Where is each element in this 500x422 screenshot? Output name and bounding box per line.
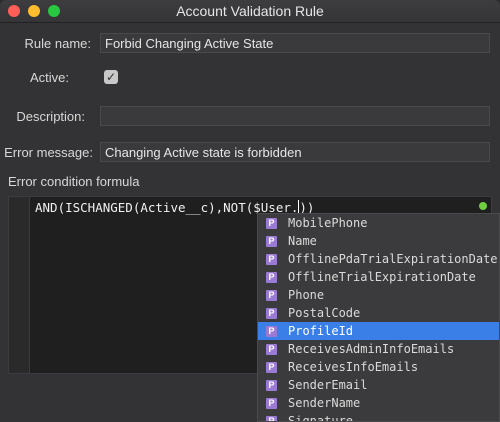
autocomplete-item-label: SenderName	[288, 396, 361, 410]
autocomplete-item[interactable]: P OfflinePdaTrialExpirationDate	[258, 250, 499, 268]
autocomplete-item[interactable]: P ReceivesInfoEmails	[258, 358, 499, 376]
autocomplete-popup[interactable]: P MobilePhone P Name P OfflinePdaTrialExpirat…	[257, 213, 500, 422]
autocomplete-item[interactable]: P Phone	[258, 286, 499, 304]
autocomplete-item-label: Signature	[288, 414, 354, 422]
title-bar[interactable]: Account Validation Rule	[0, 0, 500, 23]
property-icon: P	[266, 380, 277, 391]
formula-label: Error condition formula	[8, 174, 140, 189]
autocomplete-item-label: OfflineTrialExpirationDate	[288, 270, 476, 284]
property-icon: P	[266, 272, 277, 283]
active-label: Active:	[29, 70, 69, 85]
autocomplete-item-label: ReceivesInfoEmails	[288, 360, 419, 374]
rule-name-input[interactable]: Forbid Changing Active State	[100, 33, 490, 53]
rule-name-label: Rule name:	[24, 36, 91, 51]
autocomplete-item-label: SenderEmail	[288, 378, 368, 392]
property-icon: P	[266, 344, 277, 355]
property-icon: P	[266, 236, 277, 247]
error-message-label: Error message:	[4, 145, 93, 160]
property-icon: P	[266, 362, 277, 373]
description-input[interactable]	[100, 106, 490, 126]
property-icon: P	[266, 308, 277, 319]
property-icon: P	[266, 218, 277, 229]
property-icon: P	[266, 290, 277, 301]
autocomplete-item-label: Name	[288, 234, 317, 248]
autocomplete-item-label: ProfileId	[288, 324, 354, 338]
autocomplete-item[interactable]: P MobilePhone	[258, 214, 499, 232]
autocomplete-item[interactable]: P PostalCode	[258, 304, 499, 322]
autocomplete-item[interactable]: P Signature	[258, 412, 499, 422]
autocomplete-item[interactable]: P SenderName	[258, 394, 499, 412]
window-title: Account Validation Rule	[176, 3, 324, 19]
property-icon: P	[266, 398, 277, 409]
autocomplete-item[interactable]: P SenderEmail	[258, 376, 499, 394]
autocomplete-item-label: Phone	[288, 288, 325, 302]
autocomplete-item-label: ReceivesAdminInfoEmails	[288, 342, 455, 356]
autocomplete-item[interactable]: P ReceivesAdminInfoEmails	[258, 340, 499, 358]
syntax-status-indicator	[479, 202, 487, 210]
property-icon: P	[266, 416, 277, 421]
description-label: Description:	[16, 109, 85, 124]
autocomplete-item[interactable]: P ProfileId	[258, 322, 499, 340]
property-icon: P	[266, 326, 277, 337]
property-icon: P	[266, 254, 277, 265]
autocomplete-item-label: OfflinePdaTrialExpirationDate	[288, 252, 498, 266]
line-number-gutter	[9, 197, 30, 373]
autocomplete-item[interactable]: P Name	[258, 232, 499, 250]
validation-rule-window: Account Validation Rule Rule name: Forbi…	[0, 0, 500, 422]
autocomplete-item-label: PostalCode	[288, 306, 361, 320]
autocomplete-item-label: MobilePhone	[288, 216, 368, 230]
autocomplete-item[interactable]: P OfflineTrialExpirationDate	[258, 268, 499, 286]
error-message-input[interactable]: Changing Active state is forbidden	[100, 142, 490, 162]
active-checkbox[interactable]: ✓	[104, 70, 118, 84]
